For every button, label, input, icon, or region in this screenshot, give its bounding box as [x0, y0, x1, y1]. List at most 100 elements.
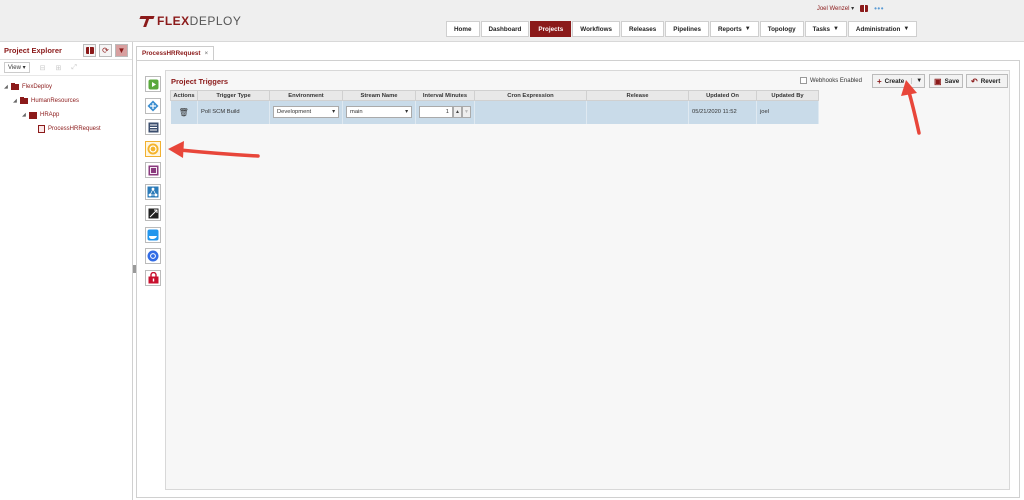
decrement-icon[interactable]: ▼: [462, 106, 471, 119]
refresh-button[interactable]: ⟳: [99, 44, 112, 57]
create-dropdown-icon[interactable]: ▼: [911, 78, 922, 84]
webhooks-enabled-label: Webhooks Enabled: [810, 77, 862, 84]
expand-toggle-icon[interactable]: ◢: [13, 98, 20, 104]
tree-item[interactable]: ◢ FlexDeploy: [4, 80, 128, 94]
user-menu[interactable]: Joel Wenzel: [817, 5, 854, 12]
expand-all-icon[interactable]: ⊞: [55, 64, 61, 72]
expand-toggle-icon[interactable]: ◢: [22, 112, 29, 118]
chevron-down-icon: ▼: [744, 26, 751, 32]
stream-name-value: main: [350, 109, 363, 116]
nav-label: Administration: [855, 25, 901, 33]
nav-label: Projects: [538, 25, 564, 33]
nav-topology[interactable]: Topology: [759, 21, 804, 37]
nav-label: Dashboard: [488, 25, 522, 33]
save-button[interactable]: ▣ Save: [929, 74, 963, 88]
column-header[interactable]: Environment: [269, 90, 343, 101]
revert-label: Revert: [980, 77, 1001, 85]
table-row[interactable]: 🗑 Poll SCM Build Development ▾ main ▾ 1 ▲ …: [170, 100, 819, 124]
column-header[interactable]: Stream Name: [342, 90, 416, 101]
app-header: FLEXDEPLOY Joel Wenzel ••• Home Dashboard…: [0, 0, 1024, 42]
interval-stepper[interactable]: 1 ▲ ▼: [419, 106, 471, 119]
revert-button[interactable]: ↶ Revert: [966, 74, 1008, 88]
project-execution-icon[interactable]: [145, 76, 161, 92]
project-triggers-icon[interactable]: [145, 140, 161, 157]
nav-pipelines[interactable]: Pipelines: [665, 21, 709, 37]
project-tree: ◢ FlexDeploy ◢ HumanResources ◢ HRApp ProcessH…: [0, 76, 132, 140]
column-header[interactable]: Trigger Type: [197, 90, 270, 101]
tab-label: ProcessHRRequest: [142, 50, 201, 57]
panel-title: Project Triggers: [171, 77, 229, 86]
create-button[interactable]: + Create ▼: [872, 74, 925, 88]
save-label: Save: [944, 77, 960, 85]
explorer-toolbar: View ⊟ ⊞ ⤢: [0, 60, 132, 76]
view-menu[interactable]: View: [4, 62, 30, 73]
project-deployment-icon[interactable]: [145, 205, 161, 221]
filter-button[interactable]: ▼: [115, 44, 128, 57]
increment-icon[interactable]: ▲: [453, 106, 462, 119]
nav-label: Workflows: [580, 25, 612, 33]
environment-select[interactable]: Development ▾: [273, 106, 339, 119]
tree-item-label: FlexDeploy: [22, 84, 53, 90]
nav-label: Reports: [717, 25, 742, 33]
updated-by-cell: joel: [756, 100, 819, 124]
release-cell: [586, 100, 689, 124]
filter-icon: ▼: [117, 46, 126, 55]
more-options-icon[interactable]: •••: [874, 4, 884, 12]
nav-administration[interactable]: Administration ▼: [847, 21, 918, 37]
detach-icon[interactable]: ⤢: [71, 64, 77, 72]
documentation-button[interactable]: [83, 44, 96, 57]
tree-item-label: HRApp: [40, 112, 60, 118]
nav-reports[interactable]: Reports ▼: [709, 21, 759, 37]
column-header[interactable]: Actions: [170, 90, 198, 101]
tree-item[interactable]: ProcessHRRequest: [4, 122, 128, 136]
project-triggers-panel: Project Triggers Webhooks Enabled + Crea…: [165, 70, 1010, 490]
cron-expression-cell[interactable]: [474, 100, 587, 124]
column-header[interactable]: Interval Minutes: [415, 90, 475, 101]
stream-name-cell: main ▾: [342, 100, 416, 124]
tree-item[interactable]: ◢ HumanResources: [4, 94, 128, 108]
triggers-table: Actions Trigger Type Environment Stream Nam…: [170, 90, 819, 124]
logo-suffix: DEPLOY: [189, 14, 242, 28]
close-tab-icon[interactable]: ×: [204, 50, 208, 57]
trigger-type-cell[interactable]: Poll SCM Build: [197, 100, 270, 124]
explorer-header: Project Explorer ⟳ ▼: [0, 42, 132, 60]
nav-label: Pipelines: [673, 25, 701, 33]
chevron-down-icon: ▾: [405, 109, 408, 116]
folder-icon: [20, 97, 28, 104]
nav-tasks[interactable]: Tasks ▼: [804, 21, 847, 37]
nav-label: Home: [454, 25, 472, 33]
project-docker-icon[interactable]: [145, 226, 161, 243]
delete-trigger-icon[interactable]: 🗑: [170, 100, 198, 124]
project-security-icon[interactable]: [145, 269, 161, 286]
project-configuration-icon[interactable]: [145, 97, 161, 114]
column-header[interactable]: Updated By: [756, 90, 819, 101]
project-topology-icon[interactable]: [145, 183, 161, 200]
expand-toggle-icon[interactable]: ◢: [4, 84, 11, 90]
tree-item[interactable]: ◢ HRApp: [4, 108, 128, 122]
application-icon: [29, 111, 37, 119]
project-reports-icon[interactable]: [145, 162, 161, 178]
chevron-down-icon: ▼: [832, 26, 839, 32]
tab-process-hr-request[interactable]: ProcessHRRequest ×: [136, 46, 215, 60]
documentation-icon[interactable]: [860, 5, 869, 12]
nav-releases[interactable]: Releases: [620, 21, 665, 37]
project-properties-icon[interactable]: [145, 119, 161, 135]
webhooks-enabled-checkbox[interactable]: [800, 77, 807, 84]
editor-tabbar: ProcessHRRequest ×: [136, 46, 215, 60]
nav-workflows[interactable]: Workflows: [572, 21, 620, 37]
updated-on-cell: 05/21/2020 11:52: [688, 100, 757, 124]
column-header[interactable]: Cron Expression: [474, 90, 587, 101]
nav-dashboard[interactable]: Dashboard: [480, 21, 530, 37]
collapse-all-icon[interactable]: ⊟: [40, 64, 46, 72]
stream-name-select[interactable]: main ▾: [346, 106, 412, 119]
interval-input[interactable]: 1: [419, 106, 453, 119]
environment-cell: Development ▾: [269, 100, 343, 124]
project-explorer: Project Explorer ⟳ ▼ View ⊟ ⊞ ⤢ ◢ FlexDep…: [0, 42, 133, 500]
nav-projects[interactable]: Projects: [530, 21, 572, 37]
project-kubernetes-icon[interactable]: [145, 248, 161, 264]
folder-icon: [11, 83, 19, 90]
column-header[interactable]: Updated On: [688, 90, 757, 101]
column-header[interactable]: Release: [586, 90, 689, 101]
flexdeploy-logo[interactable]: FLEXDEPLOY: [140, 14, 241, 28]
nav-home[interactable]: Home: [446, 21, 480, 37]
